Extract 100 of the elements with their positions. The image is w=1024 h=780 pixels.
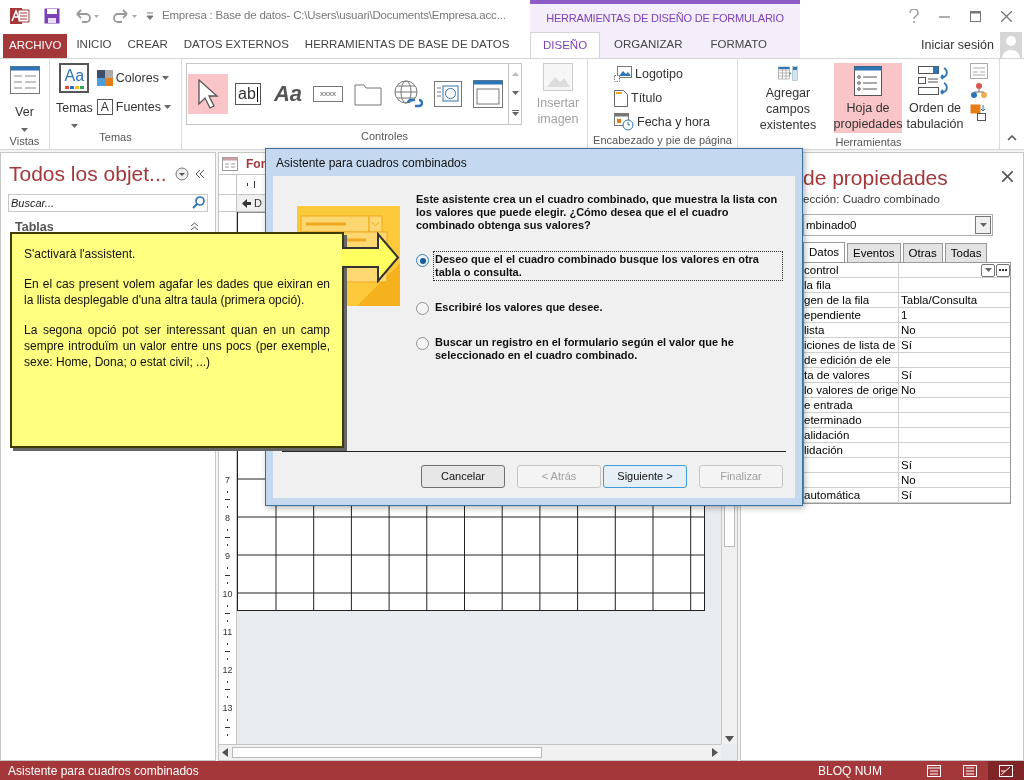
undo-icon[interactable] bbox=[74, 9, 100, 23]
ruler-number: 8 bbox=[225, 514, 230, 523]
property-tab[interactable]: Eventos bbox=[847, 243, 901, 263]
window-icon bbox=[473, 80, 503, 108]
themes-button[interactable]: Aa Temas bbox=[56, 63, 93, 128]
ribbon-tab[interactable]: ARCHIVO bbox=[3, 34, 68, 58]
horizontal-scrollbar[interactable] bbox=[219, 744, 721, 760]
gallery-scroll[interactable] bbox=[508, 64, 521, 124]
object-selector[interactable]: mbinado0 bbox=[803, 214, 993, 237]
property-name[interactable]: automática bbox=[804, 488, 899, 503]
color-palette-icon bbox=[96, 70, 113, 87]
radio-label[interactable]: Escribiré los valores que desee. bbox=[433, 299, 783, 316]
property-name[interactable]: gen de la fila bbox=[804, 293, 899, 308]
folder-icon bbox=[354, 82, 382, 106]
property-value[interactable]: No bbox=[901, 323, 916, 338]
search-icon[interactable] bbox=[192, 195, 205, 209]
ribbon-tab[interactable]: FORMATO bbox=[696, 32, 781, 58]
close-icon[interactable] bbox=[1001, 10, 1012, 22]
builder-icon[interactable] bbox=[996, 263, 1010, 277]
property-name[interactable]: alidación bbox=[804, 428, 899, 443]
redo-icon[interactable] bbox=[112, 9, 138, 23]
ribbon-tab[interactable]: DATOS EXTERNOS bbox=[176, 32, 296, 58]
wizard-button[interactable]: Cancelar bbox=[421, 465, 505, 488]
ribbon-tab[interactable]: DISEÑO bbox=[530, 32, 601, 58]
header-footer-item[interactable]: Logotipo bbox=[614, 65, 737, 84]
app-icon[interactable] bbox=[10, 6, 30, 26]
property-value[interactable]: No bbox=[901, 383, 916, 398]
tool-button[interactable]: Hoja de propiedades bbox=[834, 63, 902, 133]
property-tab[interactable]: Otras bbox=[902, 243, 943, 263]
customize-toolbar-icon[interactable] bbox=[146, 12, 154, 20]
ruler-number: 9 bbox=[225, 552, 230, 561]
property-value[interactable]: Tabla/Consulta bbox=[901, 293, 978, 308]
page-icon bbox=[614, 89, 628, 107]
view-switch-button[interactable] bbox=[988, 761, 1024, 780]
collapse-ribbon-icon[interactable] bbox=[1007, 135, 1017, 141]
property-name[interactable]: e entrada bbox=[804, 398, 899, 413]
property-name[interactable]: lo valores de orige bbox=[804, 383, 899, 398]
property-tab[interactable]: Datos bbox=[803, 242, 846, 263]
property-name[interactable]: eterminado bbox=[804, 413, 899, 428]
gallery-item[interactable] bbox=[188, 74, 228, 114]
tool-button[interactable]: Orden de tabulación bbox=[902, 63, 968, 133]
image-icon bbox=[614, 66, 632, 83]
scroll-thumb[interactable] bbox=[232, 747, 542, 758]
dropdown-icon[interactable] bbox=[981, 263, 995, 277]
colors-button[interactable]: Colores bbox=[96, 69, 171, 88]
save-icon[interactable] bbox=[44, 8, 60, 24]
property-value[interactable]: No bbox=[901, 473, 916, 488]
radio-button[interactable] bbox=[416, 254, 429, 267]
relations-icon bbox=[970, 82, 988, 100]
ruler-number: 7 bbox=[225, 476, 230, 485]
header-footer-item[interactable]: Título bbox=[614, 88, 737, 108]
search-field[interactable]: Buscar... bbox=[8, 193, 208, 212]
property-name[interactable]: lista bbox=[804, 323, 899, 338]
header-footer-item[interactable]: Fecha y hora bbox=[614, 112, 737, 132]
ribbon-tab[interactable]: CREAR bbox=[120, 32, 175, 58]
radio-button[interactable] bbox=[416, 337, 429, 350]
property-name[interactable]: control bbox=[804, 263, 899, 278]
gallery-item[interactable]: ab bbox=[228, 74, 268, 114]
ribbon-tab[interactable]: INICIO bbox=[69, 32, 119, 58]
property-name[interactable]: lidación bbox=[804, 443, 899, 458]
selection-type: ección: Cuadro combinado bbox=[803, 192, 940, 207]
tool-button[interactable]: Agregar campos existentes bbox=[742, 63, 834, 133]
property-name[interactable]: ta de valores bbox=[804, 368, 899, 383]
scroll-thumb[interactable] bbox=[724, 505, 735, 547]
wizard-button[interactable]: Siguiente > bbox=[603, 465, 687, 488]
property-value[interactable]: Sí bbox=[901, 458, 912, 473]
property-name[interactable]: de edición de ele bbox=[804, 353, 899, 368]
property-value[interactable]: Sí bbox=[901, 368, 912, 383]
ribbon-tab[interactable]: HERRAMIENTAS DE BASE DE DATOS bbox=[297, 32, 517, 58]
help-icon[interactable] bbox=[909, 9, 919, 23]
property-value[interactable]: Sí bbox=[901, 338, 912, 353]
close-icon[interactable] bbox=[1002, 171, 1013, 182]
caret-icon bbox=[984, 268, 992, 273]
radio-button[interactable] bbox=[416, 302, 429, 315]
collapse-pane-icon[interactable] bbox=[194, 168, 205, 179]
radio-label[interactable]: Deseo que el el cuadro combinado busque los valores en otra tabla o consulta. bbox=[433, 251, 783, 281]
wizard-intro: Este asistente crea un el cuadro combinado, que muestra la lista con los valores que puede elegir. ¿Cómo desea que el el cuadro combinado obtenga sus valores? bbox=[416, 193, 779, 232]
view-icon bbox=[999, 764, 1013, 777]
property-name[interactable]: ependiente bbox=[804, 308, 899, 323]
maximize-icon[interactable] bbox=[970, 10, 981, 22]
sign-in-link[interactable]: Iniciar sesión bbox=[921, 35, 994, 55]
view-button[interactable]: Ver bbox=[0, 63, 49, 132]
fonts-button[interactable]: A Fuentes bbox=[96, 97, 171, 117]
gallery-item[interactable]: xxxx bbox=[308, 74, 348, 114]
property-value[interactable]: 1 bbox=[901, 308, 908, 323]
callout-text: En el cas present volem agafar les dades que eixiran en la llista desplegable d'una altra taula (primera opció). bbox=[24, 276, 330, 308]
property-sheet-title: de propiedades bbox=[803, 165, 949, 191]
property-tab[interactable]: Todas bbox=[944, 243, 988, 263]
ruler-number: 10 bbox=[222, 590, 233, 599]
gallery-item[interactable]: Aa bbox=[268, 74, 308, 114]
section-header[interactable]: Tablas bbox=[15, 217, 54, 237]
radio-label[interactable]: Buscar un registro en el formulario según el valor que he seleccionado en el cuadro combinado. bbox=[433, 334, 783, 364]
property-name[interactable]: la fila bbox=[804, 278, 899, 293]
property-name[interactable]: iciones de lista de bbox=[804, 338, 899, 353]
dropdown-circle-icon[interactable] bbox=[174, 166, 189, 181]
view-icon bbox=[927, 764, 941, 777]
ribbon-tab[interactable]: ORGANIZAR bbox=[600, 32, 697, 58]
caret-icon bbox=[511, 91, 519, 95]
collapse-icon[interactable] bbox=[190, 222, 199, 232]
property-value[interactable]: Sí bbox=[901, 488, 912, 503]
